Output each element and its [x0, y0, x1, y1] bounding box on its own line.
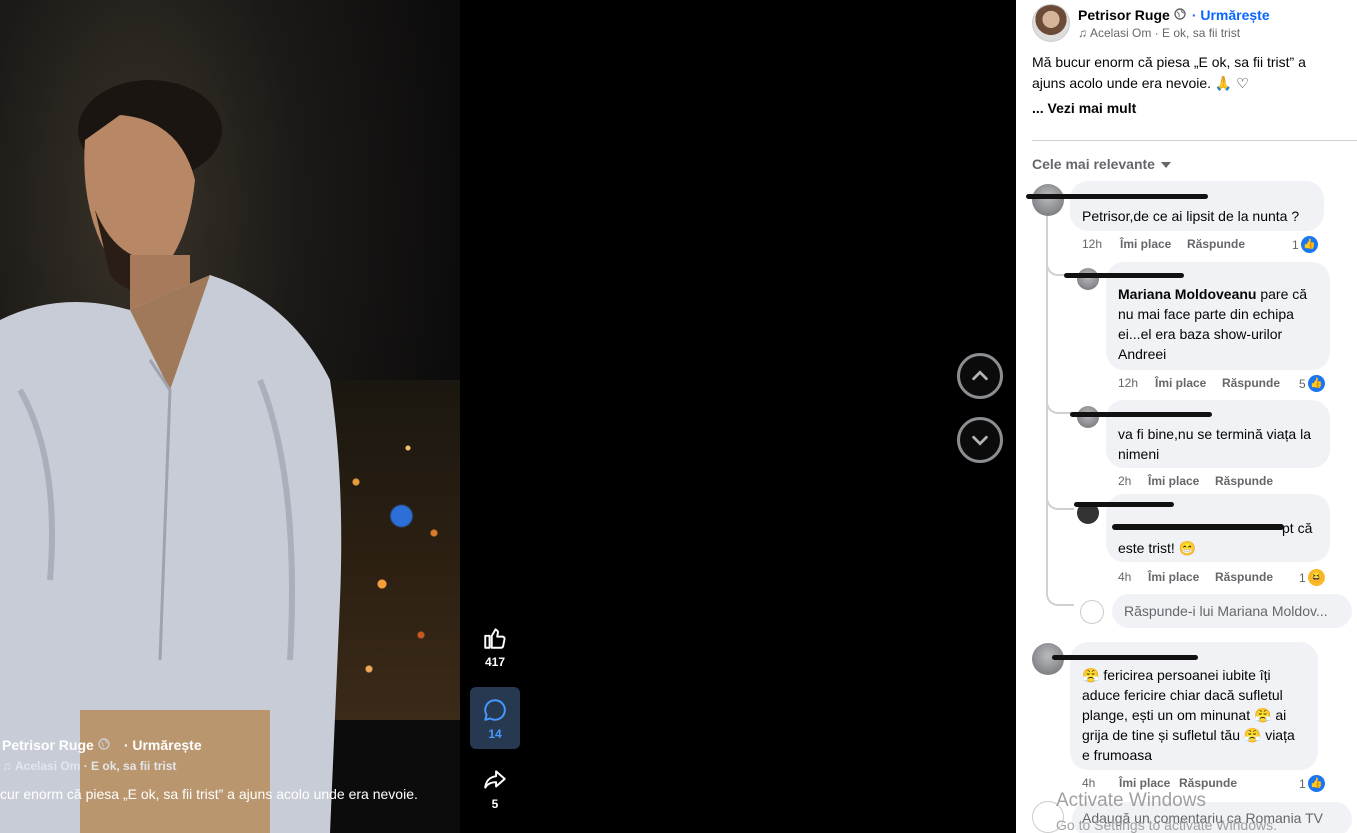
comment-like-button[interactable]: Îmi place	[1155, 376, 1222, 390]
comment-reply-button[interactable]: Răspunde	[1179, 776, 1237, 790]
comment-bubble: 😤 fericirea persoanei iubite îți aduce f…	[1070, 642, 1318, 770]
comments-panel: Petrisor Ruge · Urmărește ♫ Acelasi Om ·…	[1016, 0, 1357, 833]
chevron-up-icon	[972, 370, 988, 381]
video-follow-button[interactable]: · Urmărește	[124, 737, 202, 753]
comment-bubble: Petrisor,de ce ai lipsit de la nunta ?	[1070, 181, 1324, 231]
comment-meta: 12h Îmi place Răspunde	[1118, 376, 1280, 390]
comment-meta: 4h Îmi place Răspunde	[1082, 776, 1237, 790]
commenter-avatar[interactable]	[1077, 406, 1099, 428]
globe-icon	[1174, 7, 1186, 23]
comment-bubble-icon	[484, 699, 506, 721]
next-video-button[interactable]	[957, 417, 1003, 463]
redacted-name	[1112, 524, 1284, 530]
comment-like-button[interactable]: Îmi place	[1148, 570, 1215, 584]
sort-dropdown[interactable]: Cele mai relevante	[1032, 156, 1171, 172]
commenter-avatar[interactable]	[1077, 268, 1099, 290]
comment-reaction-count[interactable]: 5 👍	[1299, 375, 1325, 392]
share-button[interactable]: 5	[470, 767, 520, 811]
comment-like-button[interactable]: Îmi place	[1120, 237, 1187, 251]
reaction-count: 5	[1299, 376, 1306, 391]
action-rail: 417 14 5	[470, 625, 520, 829]
like-reaction-icon: 👍	[1300, 236, 1318, 253]
like-reaction-icon: 👍	[1307, 775, 1325, 792]
post-song-label[interactable]: Acelasi Om · E ok, sa fii trist	[1090, 26, 1240, 40]
windows-activation-watermark: Activate Windows	[1056, 790, 1206, 811]
share-arrow-icon	[484, 770, 506, 789]
previous-video-button[interactable]	[957, 353, 1003, 399]
caret-down-icon	[1160, 156, 1171, 172]
comment-reaction-count[interactable]: 1 👍	[1292, 236, 1318, 253]
reaction-count: 1	[1299, 570, 1306, 585]
redacted-name	[1064, 273, 1184, 278]
like-count: 417	[484, 655, 506, 669]
video-player[interactable]: Petrisor Ruge · Urmărește ♫ Acelasi Om ·…	[0, 0, 460, 833]
follow-button[interactable]: · Urmărește	[1192, 7, 1270, 23]
video-caption: cur enorm că piesa „E ok, sa fii trist” …	[0, 786, 418, 802]
video-song-label[interactable]: Acelasi Om · E ok, sa fii trist	[15, 759, 176, 773]
commenter-avatar[interactable]	[1032, 184, 1064, 216]
reaction-count: 1	[1299, 776, 1306, 791]
comment-reaction-count[interactable]: 1 👍	[1299, 775, 1325, 792]
page-avatar	[1080, 600, 1104, 624]
comment-time[interactable]: 12h	[1118, 376, 1155, 390]
comment-text: 😤 fericirea persoanei iubite îți aduce f…	[1082, 667, 1295, 763]
comment-like-button[interactable]: Îmi place	[1148, 474, 1215, 488]
comment-reply-button[interactable]: Răspunde	[1215, 570, 1273, 584]
reaction-count: 1	[1292, 237, 1299, 252]
haha-reaction-icon: 😆	[1307, 569, 1325, 586]
redacted-name	[1026, 194, 1208, 199]
sort-label: Cele mai relevante	[1032, 156, 1155, 172]
comment-time[interactable]: 12h	[1082, 237, 1120, 251]
video-author-info: Petrisor Ruge · Urmărește ♫ Acelasi Om ·…	[2, 737, 202, 773]
redacted-name	[1052, 655, 1198, 660]
share-count: 5	[491, 797, 499, 811]
comment-reply-button[interactable]: Răspunde	[1215, 474, 1273, 488]
video-author-name[interactable]: Petrisor Ruge	[2, 737, 94, 753]
comment-time[interactable]: 2h	[1118, 474, 1148, 488]
thumbs-up-icon	[484, 628, 506, 649]
comment-bubble: va fi bine,nu se termină viața la nimeni	[1106, 400, 1330, 468]
author-avatar[interactable]	[1032, 4, 1070, 42]
post-header: Petrisor Ruge · Urmărește ♫ Acelasi Om ·…	[1032, 4, 1270, 42]
comment-reaction-count[interactable]: 1 😆	[1299, 569, 1325, 586]
post-author-name[interactable]: Petrisor Ruge	[1078, 7, 1170, 23]
comment-time[interactable]: 4h	[1118, 570, 1148, 584]
comment-reply-button[interactable]: Răspunde	[1187, 237, 1245, 251]
windows-activation-hint: Go to Settings to activate Windows.	[1056, 817, 1277, 833]
comment-time[interactable]: 4h	[1082, 776, 1119, 790]
comment-meta: 2h Îmi place Răspunde	[1118, 474, 1273, 488]
comment-reply-button[interactable]: Răspunde	[1222, 376, 1280, 390]
reply-input[interactable]: Răspunde-i lui Mariana Moldov...	[1112, 594, 1352, 628]
comment-like-button[interactable]: Îmi place	[1119, 776, 1179, 790]
comment-count: 14	[488, 727, 502, 741]
comment-text: va fi bine,nu se termină viața la nimeni	[1118, 426, 1311, 462]
divider	[1032, 140, 1357, 141]
comment-meta: 4h Îmi place Răspunde	[1118, 570, 1273, 584]
redacted-name	[1074, 502, 1174, 507]
globe-icon	[98, 737, 110, 753]
music-note-icon: ♫	[1078, 26, 1087, 40]
comment-bubble: Mariana Moldoveanu pare că nu mai face p…	[1106, 262, 1330, 370]
comment-meta: 12h Îmi place Răspunde	[1082, 237, 1245, 251]
music-note-icon: ♫	[2, 759, 11, 773]
chevron-down-icon	[972, 435, 988, 446]
post-text: Mă bucur enorm că piesa „E ok, sa fii tr…	[1032, 54, 1306, 91]
video-frame-person	[0, 80, 342, 833]
redacted-name	[1070, 412, 1212, 417]
like-reaction-icon: 👍	[1307, 375, 1325, 392]
app-root: Petrisor Ruge · Urmărește ♫ Acelasi Om ·…	[0, 0, 1357, 833]
like-button[interactable]: 417	[470, 625, 520, 669]
see-more-link[interactable]: ... Vezi mai mult	[1032, 100, 1136, 116]
mention-link[interactable]: Mariana Moldoveanu	[1118, 286, 1256, 302]
comment-text: Petrisor,de ce ai lipsit de la nunta ?	[1082, 208, 1300, 224]
comments-button[interactable]: 14	[470, 687, 520, 749]
